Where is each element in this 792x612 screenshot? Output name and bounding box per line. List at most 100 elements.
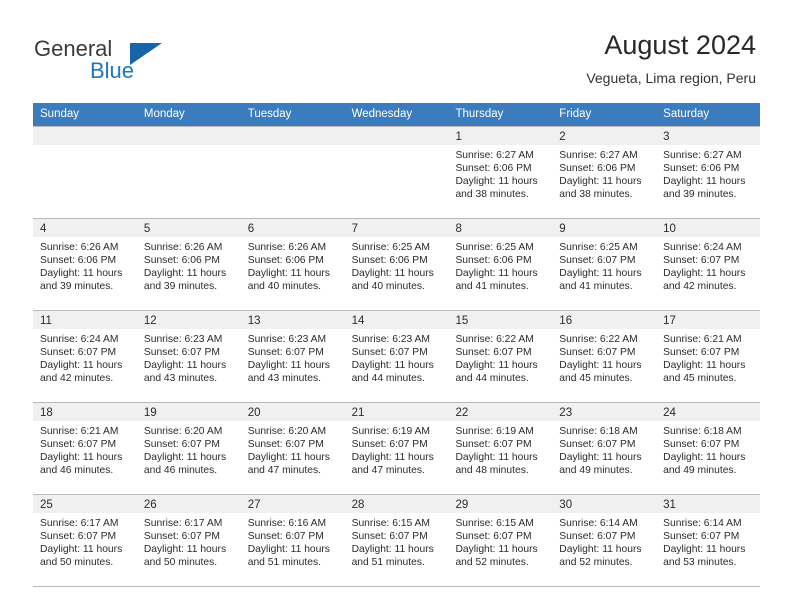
day-number: 8	[455, 223, 462, 235]
daylight-text-line1: Daylight: 11 hours	[559, 452, 642, 464]
day-cell[interactable]: 31 Sunrise: 6:14 AM Sunset: 6:07 PM Dayl…	[656, 495, 761, 586]
day-cell[interactable]: 26 Sunrise: 6:17 AM Sunset: 6:07 PM Dayl…	[136, 495, 241, 586]
day-cell[interactable]: 4 Sunrise: 6:26 AM Sunset: 6:06 PM Dayli…	[33, 219, 137, 310]
triangle-icon	[130, 43, 162, 65]
day-cell[interactable]: 22 Sunrise: 6:19 AM Sunset: 6:07 PM Dayl…	[448, 403, 553, 494]
day-number-bar: 28	[344, 495, 449, 513]
day-cell[interactable]: 27 Sunrise: 6:16 AM Sunset: 6:07 PM Dayl…	[240, 495, 345, 586]
general-blue-logo[interactable]: General Blue	[34, 36, 224, 88]
day-number-bar: 9	[552, 219, 657, 237]
day-cell[interactable]: 3 Sunrise: 6:27 AM Sunset: 6:06 PM Dayli…	[656, 127, 761, 218]
calendar-bottom-border	[33, 586, 760, 587]
day-number: 30	[559, 499, 573, 511]
day-cell[interactable]: 13 Sunrise: 6:23 AM Sunset: 6:07 PM Dayl…	[240, 311, 345, 402]
day-cell[interactable]: 28 Sunrise: 6:15 AM Sunset: 6:07 PM Dayl…	[344, 495, 449, 586]
day-number-bar: 11	[33, 311, 137, 329]
day-cell[interactable]	[136, 127, 241, 218]
daylight-text-line2: and 39 minutes.	[40, 281, 114, 293]
day-number-bar	[33, 127, 137, 145]
day-cell[interactable]: 20 Sunrise: 6:20 AM Sunset: 6:07 PM Dayl…	[240, 403, 345, 494]
day-cell[interactable]: 24 Sunrise: 6:18 AM Sunset: 6:07 PM Dayl…	[656, 403, 761, 494]
sunset-text: Sunset: 6:07 PM	[663, 255, 740, 267]
daylight-text-line1: Daylight: 11 hours	[559, 268, 642, 280]
sunrise-text: Sunrise: 6:22 AM	[559, 334, 638, 345]
day-info: Sunrise: 6:17 AM Sunset: 6:07 PM Dayligh…	[33, 513, 137, 569]
day-info: Sunrise: 6:26 AM Sunset: 6:06 PM Dayligh…	[137, 237, 241, 293]
day-info: Sunrise: 6:18 AM Sunset: 6:07 PM Dayligh…	[552, 421, 656, 477]
daylight-text-line1: Daylight: 11 hours	[351, 360, 434, 372]
daylight-text-line2: and 46 minutes.	[40, 465, 114, 477]
calendar-week-row: 1 Sunrise: 6:27 AM Sunset: 6:06 PM Dayli…	[33, 126, 761, 218]
daylight-text-line1: Daylight: 11 hours	[455, 452, 538, 464]
day-number-bar: 5	[136, 219, 241, 237]
sunrise-text: Sunrise: 6:21 AM	[663, 334, 742, 345]
day-cell[interactable]: 17 Sunrise: 6:21 AM Sunset: 6:07 PM Dayl…	[656, 311, 761, 402]
daylight-text-line1: Daylight: 11 hours	[663, 452, 746, 464]
day-cell[interactable]: 7 Sunrise: 6:25 AM Sunset: 6:06 PM Dayli…	[344, 219, 449, 310]
sunrise-text: Sunrise: 6:23 AM	[351, 334, 430, 345]
day-cell[interactable]: 29 Sunrise: 6:15 AM Sunset: 6:07 PM Dayl…	[448, 495, 553, 586]
sunset-text: Sunset: 6:06 PM	[663, 163, 740, 175]
day-cell[interactable]: 2 Sunrise: 6:27 AM Sunset: 6:06 PM Dayli…	[552, 127, 657, 218]
daylight-text-line1: Daylight: 11 hours	[663, 544, 746, 556]
day-cell[interactable]: 19 Sunrise: 6:20 AM Sunset: 6:07 PM Dayl…	[136, 403, 241, 494]
day-number-bar: 2	[552, 127, 657, 145]
day-number-bar: 23	[552, 403, 657, 421]
daylight-text-line2: and 50 minutes.	[143, 557, 218, 569]
sunset-text: Sunset: 6:07 PM	[455, 531, 532, 543]
day-cell[interactable]	[33, 127, 137, 218]
day-info: Sunrise: 6:15 AM Sunset: 6:07 PM Dayligh…	[448, 513, 552, 569]
sunset-text: Sunset: 6:07 PM	[455, 439, 532, 451]
weekday-wednesday: Wednesday	[351, 108, 413, 120]
daylight-text-line1: Daylight: 11 hours	[663, 176, 746, 188]
daylight-text-line1: Daylight: 11 hours	[247, 544, 330, 556]
day-number: 18	[40, 407, 53, 419]
daylight-text-line2: and 38 minutes.	[455, 189, 529, 201]
daylight-text-line2: and 49 minutes.	[559, 465, 633, 477]
day-cell[interactable]: 12 Sunrise: 6:23 AM Sunset: 6:07 PM Dayl…	[136, 311, 241, 402]
day-number-bar: 7	[344, 219, 449, 237]
day-cell[interactable]: 10 Sunrise: 6:24 AM Sunset: 6:07 PM Dayl…	[656, 219, 761, 310]
daylight-text-line2: and 51 minutes.	[247, 557, 321, 569]
daylight-text-line1: Daylight: 11 hours	[351, 544, 434, 556]
logo-text-blue: Blue	[90, 58, 135, 83]
day-number-bar: 8	[448, 219, 553, 237]
sunset-text: Sunset: 6:06 PM	[351, 255, 428, 267]
day-cell[interactable]: 23 Sunrise: 6:18 AM Sunset: 6:07 PM Dayl…	[552, 403, 657, 494]
day-cell[interactable]: 6 Sunrise: 6:26 AM Sunset: 6:06 PM Dayli…	[240, 219, 345, 310]
day-cell[interactable]: 1 Sunrise: 6:27 AM Sunset: 6:06 PM Dayli…	[448, 127, 553, 218]
sunrise-text: Sunrise: 6:18 AM	[559, 426, 638, 437]
day-cell[interactable]: 5 Sunrise: 6:26 AM Sunset: 6:06 PM Dayli…	[136, 219, 241, 310]
day-cell[interactable]: 25 Sunrise: 6:17 AM Sunset: 6:07 PM Dayl…	[33, 495, 137, 586]
daylight-text-line1: Daylight: 11 hours	[40, 452, 123, 464]
day-number-bar: 25	[33, 495, 137, 513]
day-cell[interactable]: 14 Sunrise: 6:23 AM Sunset: 6:07 PM Dayl…	[344, 311, 449, 402]
day-cell[interactable]: 30 Sunrise: 6:14 AM Sunset: 6:07 PM Dayl…	[552, 495, 657, 586]
sunrise-text: Sunrise: 6:26 AM	[143, 242, 223, 253]
daylight-text-line2: and 49 minutes.	[663, 465, 737, 477]
day-cell[interactable]: 11 Sunrise: 6:24 AM Sunset: 6:07 PM Dayl…	[33, 311, 137, 402]
day-number-bar: 4	[33, 219, 137, 237]
day-cell[interactable]	[344, 127, 449, 218]
day-info: Sunrise: 6:14 AM Sunset: 6:07 PM Dayligh…	[552, 513, 656, 569]
sunset-text: Sunset: 6:06 PM	[40, 255, 117, 267]
daylight-text-line1: Daylight: 11 hours	[40, 360, 123, 372]
day-number: 14	[351, 315, 365, 327]
calendar-grid: Sunday Monday Tuesday Wednesday Thursday…	[33, 103, 761, 587]
day-info: Sunrise: 6:23 AM Sunset: 6:07 PM Dayligh…	[241, 329, 345, 385]
day-cell[interactable]: 15 Sunrise: 6:22 AM Sunset: 6:07 PM Dayl…	[448, 311, 553, 402]
day-cell[interactable]: 16 Sunrise: 6:22 AM Sunset: 6:07 PM Dayl…	[552, 311, 657, 402]
day-number-bar: 19	[136, 403, 241, 421]
sunrise-text: Sunrise: 6:16 AM	[247, 518, 327, 529]
day-number: 23	[559, 407, 573, 419]
calendar-week-row: 11 Sunrise: 6:24 AM Sunset: 6:07 PM Dayl…	[33, 310, 761, 402]
day-cell[interactable]	[240, 127, 345, 218]
day-cell[interactable]: 21 Sunrise: 6:19 AM Sunset: 6:07 PM Dayl…	[344, 403, 449, 494]
day-cell[interactable]: 18 Sunrise: 6:21 AM Sunset: 6:07 PM Dayl…	[33, 403, 137, 494]
day-cell[interactable]: 9 Sunrise: 6:25 AM Sunset: 6:07 PM Dayli…	[552, 219, 657, 310]
sunrise-text: Sunrise: 6:19 AM	[455, 426, 534, 437]
day-cell[interactable]: 8 Sunrise: 6:25 AM Sunset: 6:06 PM Dayli…	[448, 219, 553, 310]
day-number-bar	[240, 127, 345, 145]
sunrise-text: Sunrise: 6:27 AM	[663, 150, 742, 161]
day-info: Sunrise: 6:20 AM Sunset: 6:07 PM Dayligh…	[137, 421, 241, 477]
